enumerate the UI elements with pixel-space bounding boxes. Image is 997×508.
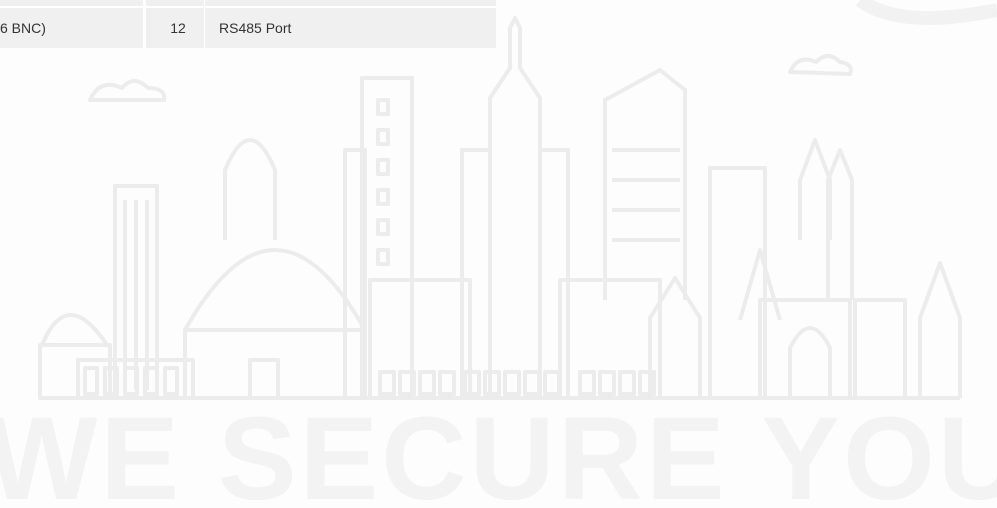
table-cell-number: 12 [146, 8, 205, 48]
table-cell [205, 0, 496, 8]
table-row-partial [0, 0, 496, 8]
table-cell [146, 0, 205, 8]
cell-label-text: RS485 Port [219, 20, 292, 36]
table-cell [0, 0, 146, 8]
table-cell-label: RS485 Port [205, 8, 496, 48]
table-row: 6 BNC) 12 RS485 Port [0, 8, 496, 48]
slogan-text: WE SECURE YOUR LIFE [0, 398, 997, 508]
slogan-watermark: WE SECURE YOUR LIFE [0, 398, 997, 508]
table-cell-spec: 6 BNC) [0, 8, 146, 48]
cell-text: 6 BNC) [0, 20, 46, 36]
cell-number-text: 12 [170, 20, 186, 36]
spec-table: 6 BNC) 12 RS485 Port [0, 0, 496, 48]
